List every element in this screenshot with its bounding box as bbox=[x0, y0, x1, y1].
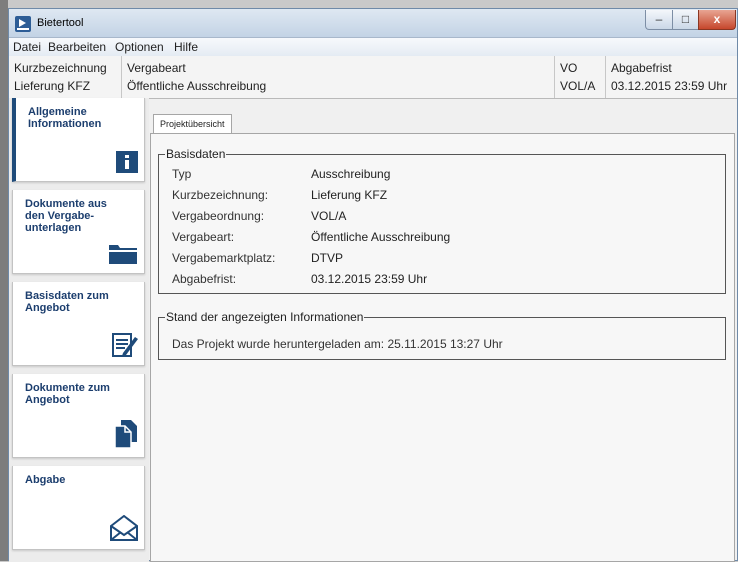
nav-allgemeine-informationen[interactable]: Allgemeine Informationen bbox=[12, 98, 145, 182]
app-window: Bietertool – □ x Datei Bearbeiten Option… bbox=[8, 8, 738, 562]
main-content: Projektübersicht Basisdaten Typ Ausschre… bbox=[147, 105, 737, 562]
header-abgabefrist: Abgabefrist 03.12.2015 23:59 Uhr bbox=[606, 56, 738, 98]
tab-panel: Basisdaten Typ Ausschreibung Kurzbezeich… bbox=[150, 133, 735, 562]
info-icon bbox=[116, 151, 138, 173]
tab-projektuebersicht[interactable]: Projektübersicht bbox=[153, 114, 232, 133]
header-frist-value: 03.12.2015 23:59 Uhr bbox=[611, 79, 728, 93]
nav-dokumente-zum-angebot[interactable]: Dokumente zum Angebot bbox=[12, 374, 145, 458]
field-label: Typ bbox=[172, 167, 192, 181]
field-label: Vergabeart: bbox=[172, 230, 235, 244]
header-vergabeart: Vergabeart Öffentliche Ausschreibung bbox=[122, 56, 555, 98]
field-value: Ausschreibung bbox=[311, 167, 391, 181]
field-label: Vergabeordnung: bbox=[172, 209, 265, 223]
nav-label: Allgemeine Informationen bbox=[28, 106, 102, 130]
nav-basisdaten-zum-angebot[interactable]: Basisdaten zum Angebot bbox=[12, 282, 145, 366]
header-kurz-label: Kurzbezeichnung bbox=[14, 61, 107, 75]
nav-label: Basisdaten zum Angebot bbox=[25, 290, 109, 314]
app-icon bbox=[15, 16, 31, 32]
field-label: Abgabefrist: bbox=[172, 272, 237, 286]
sidebar: Allgemeine Informationen Dokumente aus d… bbox=[9, 98, 149, 562]
field-value: VOL/A bbox=[311, 209, 347, 223]
header-vergabeart-label: Vergabeart bbox=[127, 61, 186, 75]
maximize-button[interactable]: □ bbox=[672, 10, 699, 30]
menu-bearbeiten[interactable]: Bearbeiten bbox=[48, 40, 106, 54]
minimize-button[interactable]: – bbox=[645, 10, 673, 30]
basisdaten-group: Basisdaten Typ Ausschreibung Kurzbezeich… bbox=[158, 147, 726, 294]
download-info-text: Das Projekt wurde heruntergeladen am: 25… bbox=[172, 337, 503, 351]
header-frist-label: Abgabefrist bbox=[611, 61, 672, 75]
header-vo-value: VOL/A bbox=[560, 79, 596, 93]
menu-bar: Datei Bearbeiten Optionen Hilfe bbox=[9, 38, 737, 57]
nav-label: Dokumente aus den Vergabe-unterlagen bbox=[25, 198, 107, 234]
header-vo-label: VO bbox=[560, 61, 578, 75]
field-label: Kurzbezeichnung: bbox=[172, 188, 269, 202]
edit-document-icon bbox=[112, 333, 138, 357]
menu-hilfe[interactable]: Hilfe bbox=[174, 40, 198, 54]
nav-label: Abgabe bbox=[25, 474, 66, 486]
menu-optionen[interactable]: Optionen bbox=[115, 40, 164, 54]
window-title: Bietertool bbox=[37, 17, 84, 29]
menu-datei[interactable]: Datei bbox=[13, 40, 41, 54]
header-kurz-value: Lieferung KFZ bbox=[14, 79, 91, 93]
stand-legend: Stand der angezeigten Informationen bbox=[165, 310, 365, 324]
nav-dokumente-vergabeunterlagen[interactable]: Dokumente aus den Vergabe-unterlagen bbox=[12, 190, 145, 274]
field-value: Lieferung KFZ bbox=[311, 188, 388, 202]
nav-label: Dokumente zum Angebot bbox=[25, 382, 110, 406]
field-value: 03.12.2015 23:59 Uhr bbox=[311, 272, 428, 286]
field-value: Öffentliche Ausschreibung bbox=[311, 230, 451, 244]
project-header: Kurzbezeichnung Lieferung KFZ Vergabeart… bbox=[9, 56, 737, 99]
documents-icon bbox=[114, 420, 137, 449]
field-value: DTVP bbox=[311, 251, 344, 265]
title-bar[interactable]: Bietertool – □ x bbox=[9, 9, 737, 38]
close-button[interactable]: x bbox=[698, 10, 736, 30]
nav-abgabe[interactable]: Abgabe bbox=[12, 466, 145, 550]
header-vergabeart-value: Öffentliche Ausschreibung bbox=[127, 79, 267, 93]
header-vo: VO VOL/A bbox=[555, 56, 606, 98]
folder-icon bbox=[109, 245, 137, 264]
field-label: Vergabemarktplatz: bbox=[172, 251, 276, 265]
header-kurzbezeichnung: Kurzbezeichnung Lieferung KFZ bbox=[9, 56, 122, 98]
basisdaten-legend: Basisdaten bbox=[165, 147, 227, 161]
stand-group: Stand der angezeigten Informationen Das … bbox=[158, 310, 726, 360]
envelope-icon bbox=[110, 515, 138, 541]
desktop-edge bbox=[0, 0, 8, 561]
